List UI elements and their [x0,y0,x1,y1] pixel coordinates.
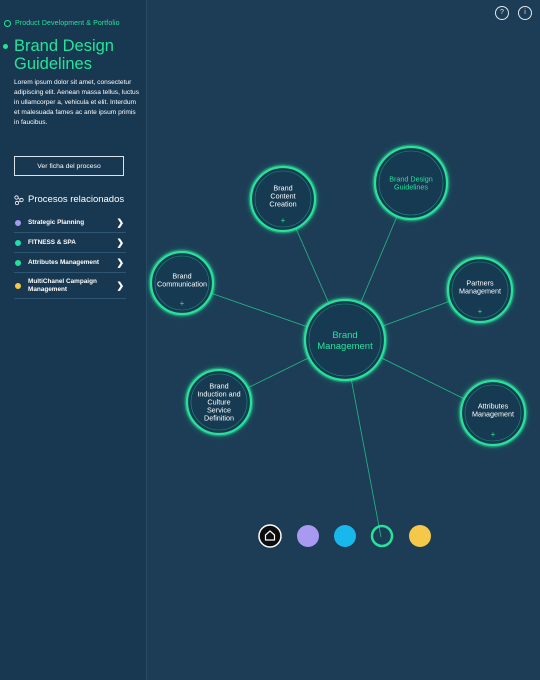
swatch-purple[interactable] [297,525,319,547]
node-partners[interactable]: Partners Management+ [445,255,515,325]
node-label: Brand Design Guidelines [389,175,433,192]
expand-plus-icon[interactable]: + [478,307,483,316]
node-brand-management[interactable]: Brand Management [302,297,388,383]
home-button[interactable] [258,524,282,548]
process-network-graph: Brand Content Creation + Brand Design Guideli… [148,144,528,538]
node-label: Brand Content Creation [269,184,296,209]
node-content[interactable]: Brand Content Creation + [248,164,318,234]
expand-plus-icon[interactable]: + [180,299,185,308]
swatch-yellow[interactable] [409,525,431,547]
expand-plus-icon[interactable]: + [281,216,286,225]
swatch-green-active[interactable] [370,524,394,548]
node-induction[interactable]: Brand Induction and Culture Service Definiti… [184,367,254,437]
connector-line [350,377,382,538]
node-label: Attributes Management [472,402,514,419]
node-communication[interactable]: Brand Communication+ [148,249,216,317]
expand-plus-icon[interactable]: + [491,430,496,439]
node-attributes[interactable]: Attributes Management + [458,378,528,448]
node-guidelines[interactable]: Brand Design Guidelines [372,144,450,222]
swatch-blue[interactable] [334,525,356,547]
filter-swatch-bar [258,524,431,548]
